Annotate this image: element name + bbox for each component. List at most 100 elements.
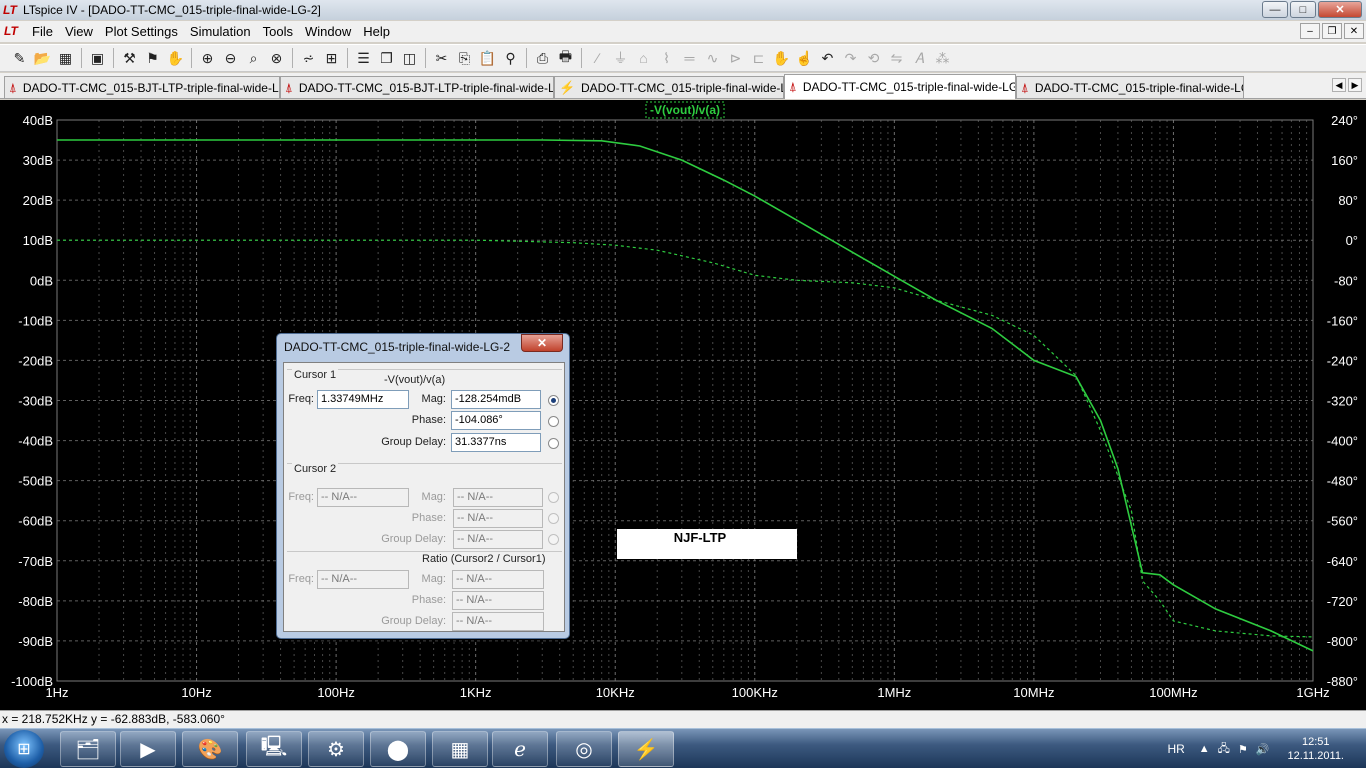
cursor1-mag-radio[interactable] bbox=[548, 395, 559, 406]
print-icon[interactable]: 🖶 bbox=[554, 47, 577, 69]
tab-active-waveform[interactable]: ⍋ DADO-TT-CMC_015-triple-final-wide-LG-2 bbox=[784, 74, 1016, 99]
resistor-icon[interactable]: ⌇ bbox=[655, 47, 678, 69]
bode-plot[interactable]: 40dB 240° 30dB 160° 20dB 80° 10dB 0° 0dB -80° -10d… bbox=[0, 100, 1366, 710]
control-panel-icon[interactable]: ⚒ bbox=[118, 47, 141, 69]
trace-label[interactable]: -V(vout)/v(a) bbox=[650, 103, 720, 117]
mdi-minimize-button[interactable]: – bbox=[1300, 23, 1320, 39]
menu-view[interactable]: View bbox=[59, 21, 99, 42]
tab-schematic[interactable]: ⚡ DADO-TT-CMC_015-triple-final-wide-LG-2 bbox=[554, 76, 784, 98]
chrome-icon[interactable]: ◎ bbox=[556, 731, 612, 767]
plot-pane[interactable]: 40dB 240° 30dB 160° 20dB 80° 10dB 0° 0dB -80° -10d… bbox=[0, 100, 1366, 710]
menu-window[interactable]: Window bbox=[299, 21, 357, 42]
cut-icon[interactable]: ✂ bbox=[430, 47, 453, 69]
spice-directive-icon[interactable]: ⁂ bbox=[931, 47, 954, 69]
language-indicator[interactable]: HR bbox=[1167, 742, 1184, 756]
move-icon[interactable]: ✋ bbox=[770, 47, 793, 69]
ground-icon[interactable]: ⏚ bbox=[609, 47, 632, 69]
app-icon[interactable]: ⬤ bbox=[370, 731, 426, 767]
x-tick-label: 1Hz bbox=[45, 685, 68, 700]
paste-icon[interactable]: 📋 bbox=[476, 47, 499, 69]
ltspice-schematic-icon[interactable]: ⚙ bbox=[308, 731, 364, 767]
find-icon[interactable]: ⚲ bbox=[499, 47, 522, 69]
menu-help[interactable]: Help bbox=[357, 21, 396, 42]
rotate-icon[interactable]: ⟲ bbox=[862, 47, 885, 69]
print-preview-icon[interactable]: ⎙ bbox=[531, 47, 554, 69]
ie-icon[interactable]: ℯ bbox=[492, 731, 548, 767]
capacitor-icon[interactable]: ═ bbox=[678, 47, 701, 69]
menu-file[interactable]: File bbox=[26, 21, 59, 42]
zoom-out-icon[interactable]: ⊖ bbox=[219, 47, 242, 69]
volume-icon[interactable]: 🔊 bbox=[1256, 743, 1270, 756]
clock-date: 12.11.2011. bbox=[1287, 750, 1344, 762]
component-icon[interactable]: ⊏ bbox=[747, 47, 770, 69]
open-icon[interactable]: 📂 bbox=[31, 47, 54, 69]
menu-simulation[interactable]: Simulation bbox=[184, 21, 257, 42]
cursor1-group-delay-field[interactable]: 31.3377ns bbox=[451, 433, 541, 452]
ltspice-icon[interactable]: ⚡ bbox=[618, 731, 674, 767]
wire-icon[interactable]: ∕ bbox=[586, 47, 609, 69]
mirror-icon[interactable]: ⇋ bbox=[885, 47, 908, 69]
label-icon[interactable]: ⌂ bbox=[632, 47, 655, 69]
annotation-text[interactable]: NJF-LTP bbox=[674, 530, 727, 545]
cursor-dialog[interactable]: DADO-TT-CMC_015-triple-final-wide-LG-2 ✕… bbox=[276, 333, 570, 639]
close-button[interactable]: ✕ bbox=[1318, 1, 1362, 18]
cascade-icon[interactable]: ❐ bbox=[375, 47, 398, 69]
pan-icon[interactable]: ✋ bbox=[164, 47, 187, 69]
redo-icon[interactable]: ↷ bbox=[839, 47, 862, 69]
ltspice-menu-icon[interactable]: LT bbox=[4, 24, 22, 40]
minimize-button[interactable]: — bbox=[1262, 1, 1288, 18]
explorer-icon[interactable]: 🗂 bbox=[60, 731, 116, 767]
copy-icon[interactable]: ⎘ bbox=[453, 47, 476, 69]
undo-icon[interactable]: ↶ bbox=[816, 47, 839, 69]
menu-tools[interactable]: Tools bbox=[257, 21, 299, 42]
cursor2-freq-field: -- N/A-- bbox=[317, 488, 409, 507]
start-button[interactable]: ⊞ bbox=[4, 730, 44, 768]
y-right-tick-label: -640° bbox=[1327, 554, 1358, 569]
control-panel-icon[interactable]: 🖳 bbox=[246, 731, 302, 767]
cursor1-phase-radio[interactable] bbox=[548, 416, 559, 427]
dialog-close-button[interactable]: ✕ bbox=[521, 334, 563, 352]
tab-waveform-2[interactable]: ⍋ DADO-TT-CMC_015-triple-final-wide-LG-2 bbox=[1016, 76, 1244, 98]
scope-icon[interactable]: ▦ bbox=[432, 731, 488, 767]
tab-scroll-left-icon[interactable]: ◀ bbox=[1332, 78, 1346, 92]
fit-icon[interactable]: ⊞ bbox=[320, 47, 343, 69]
tab-bjt-ltp-2[interactable]: ⍋ DADO-TT-CMC_015-BJT-LTP-triple-final-w… bbox=[280, 76, 554, 98]
tab-bjt-ltp-1[interactable]: ⍋ DADO-TT-CMC_015-BJT-LTP-triple-final-w… bbox=[4, 76, 280, 98]
y-left-tick-label: 10dB bbox=[23, 233, 53, 248]
tile-horizontal-icon[interactable]: ☰ bbox=[352, 47, 375, 69]
cursor1-group-delay-radio[interactable] bbox=[548, 438, 559, 449]
action-center-icon[interactable]: ⚑ bbox=[1238, 743, 1248, 756]
zoom-in-icon[interactable]: ⊕ bbox=[196, 47, 219, 69]
x-tick-label: 100MHz bbox=[1149, 685, 1197, 700]
mdi-restore-button[interactable]: ❐ bbox=[1322, 23, 1342, 39]
new-schematic-icon[interactable]: ✎ bbox=[8, 47, 31, 69]
tray-expand-icon[interactable]: ▲ bbox=[1199, 743, 1210, 755]
zoom-area-icon[interactable]: ⌕ bbox=[242, 47, 265, 69]
print-setup-icon[interactable]: ▦ bbox=[54, 47, 77, 69]
cursor1-mag-field[interactable]: -128.254mdB bbox=[451, 390, 541, 409]
run-icon[interactable]: ⚑ bbox=[141, 47, 164, 69]
paint-icon[interactable]: 🎨 bbox=[182, 731, 238, 767]
drag-icon[interactable]: ☝ bbox=[793, 47, 816, 69]
tile-vertical-icon[interactable]: ◫ bbox=[398, 47, 421, 69]
network-icon[interactable]: 🖧 bbox=[1218, 740, 1230, 759]
ratio-mag-field: -- N/A-- bbox=[452, 570, 544, 589]
autorange-icon[interactable]: ⩫ bbox=[297, 47, 320, 69]
inductor-icon[interactable]: ∿ bbox=[701, 47, 724, 69]
cursor1-phase-field[interactable]: -104.086° bbox=[451, 411, 541, 430]
cursor1-trace-label: -V(vout)/v(a) bbox=[384, 374, 446, 386]
media-player-icon[interactable]: ▶ bbox=[120, 731, 176, 767]
window-controls: — □ ✕ bbox=[1262, 1, 1362, 18]
tab-scroll-right-icon[interactable]: ▶ bbox=[1348, 78, 1362, 92]
phase-trace bbox=[57, 239, 1314, 638]
plot-traces bbox=[57, 139, 1314, 652]
mdi-close-button[interactable]: ✕ bbox=[1344, 23, 1364, 39]
diode-icon[interactable]: ⊳ bbox=[724, 47, 747, 69]
clock[interactable]: 12:51 12.11.2011. bbox=[1288, 735, 1344, 763]
cursor1-freq-field[interactable]: 1.33749MHz bbox=[317, 390, 409, 409]
maximize-button[interactable]: □ bbox=[1290, 1, 1316, 18]
save-icon[interactable]: ▣ bbox=[86, 47, 109, 69]
menu-plot-settings[interactable]: Plot Settings bbox=[99, 21, 184, 42]
text-icon[interactable]: 𝐴 bbox=[908, 47, 931, 69]
zoom-cancel-icon[interactable]: ⊗ bbox=[265, 47, 288, 69]
